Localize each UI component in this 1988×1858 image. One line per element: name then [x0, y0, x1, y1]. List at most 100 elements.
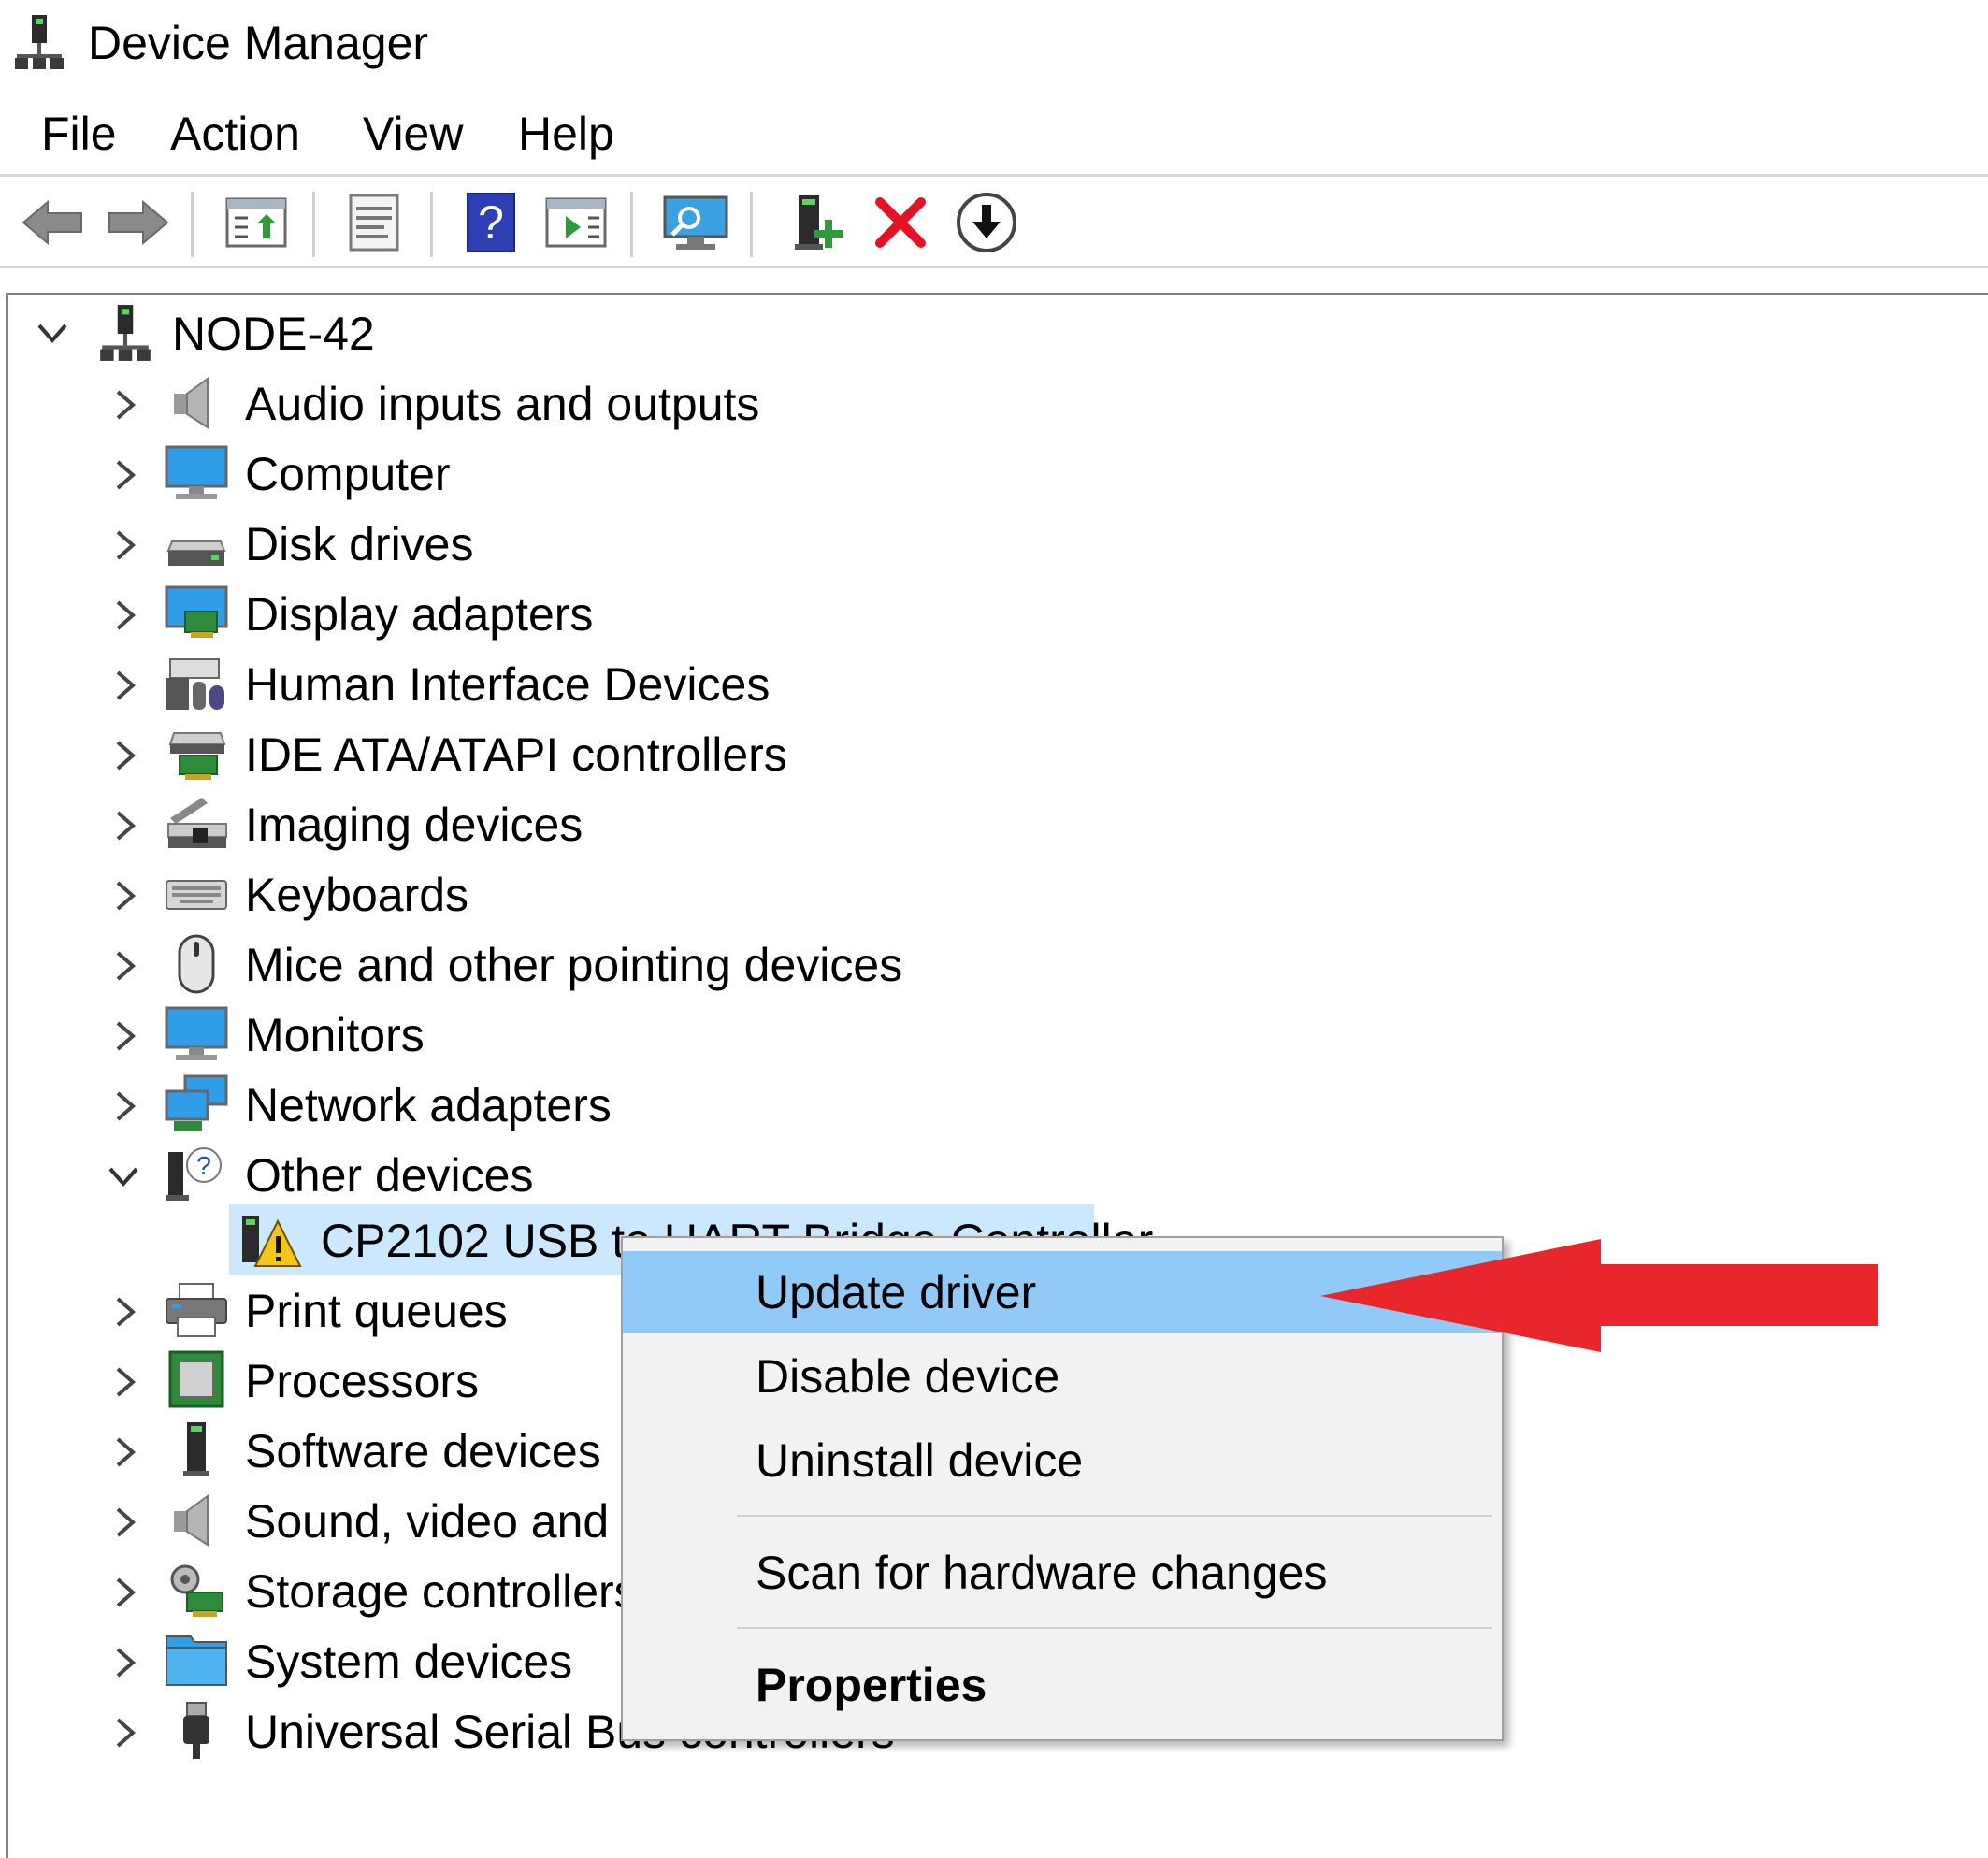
tree-item-label: Audio inputs and outputs: [245, 378, 760, 430]
printer-icon: [166, 1283, 227, 1337]
toolbar-separator-line: [0, 266, 1988, 268]
tree-item-monitors[interactable]: Monitors: [0, 1001, 935, 1070]
network-adapter-icon: [165, 1074, 228, 1131]
toolbar-separator: [312, 192, 315, 257]
tree-root-label: NODE-42: [172, 308, 375, 360]
menu-separator: [737, 1627, 1492, 1629]
chevron-right-icon[interactable]: [105, 1017, 142, 1055]
menu-bar: File Action View Help: [0, 101, 1988, 172]
tree-item-computer[interactable]: Computer: [0, 439, 935, 509]
tree-item-imaging[interactable]: Imaging devices: [0, 790, 935, 859]
chevron-right-icon[interactable]: [105, 1504, 142, 1541]
speaker-icon: [174, 377, 209, 429]
forward-button[interactable]: [103, 190, 174, 255]
svg-text:?: ?: [196, 1151, 211, 1180]
computer-icon: [165, 445, 228, 499]
help-button[interactable]: ?: [458, 190, 524, 255]
chevron-right-icon[interactable]: [105, 737, 142, 774]
help-icon: ?: [467, 193, 515, 252]
show-hide-tree-button[interactable]: [221, 190, 292, 255]
toolbar-separator: [750, 192, 753, 257]
toolbar-separator: [430, 192, 433, 257]
tree-item-mice[interactable]: Mice and other pointing devices: [0, 930, 1122, 1000]
chevron-right-icon[interactable]: [105, 597, 142, 634]
action-pane-icon: [545, 197, 607, 248]
tree-item-label: Mice and other pointing devices: [245, 939, 903, 991]
toolbar-separator: [191, 192, 194, 257]
properties-button[interactable]: [339, 190, 410, 255]
hid-icon: [166, 658, 224, 710]
menu-properties-label: Properties: [756, 1659, 987, 1711]
tree-item-hid[interactable]: Human Interface Devices: [0, 650, 935, 719]
action-pane-button[interactable]: [540, 190, 612, 255]
chevron-down-icon[interactable]: [105, 1158, 142, 1195]
menu-uninstall-device[interactable]: Uninstall device: [623, 1419, 1502, 1502]
tree-item-label: Display adapters: [245, 588, 594, 641]
back-icon: [22, 199, 82, 246]
monitor-icon: [165, 1006, 228, 1060]
tree-item-label: Print queues: [245, 1285, 508, 1337]
tree-item-label: Monitors: [245, 1009, 425, 1061]
update-driver-button[interactable]: [952, 190, 1021, 255]
menu-properties[interactable]: Properties: [623, 1644, 1502, 1726]
tree-item-label: Human Interface Devices: [245, 658, 771, 711]
mouse-icon: [178, 934, 215, 994]
keyboard-icon: [166, 880, 227, 910]
scan-hardware-icon: [663, 195, 728, 250]
add-driver-button[interactable]: [784, 190, 858, 255]
add-driver-icon: [795, 195, 843, 250]
chevron-right-icon[interactable]: [105, 1363, 142, 1401]
chevron-right-icon[interactable]: [105, 1087, 142, 1125]
chevron-right-icon[interactable]: [105, 526, 142, 564]
red-arrow-annotation: [1320, 1239, 1878, 1352]
tree-item-disk-drives[interactable]: Disk drives: [0, 510, 935, 579]
chevron-right-icon[interactable]: [105, 1574, 142, 1611]
menu-help[interactable]: Help: [514, 101, 618, 166]
processor-icon: [168, 1350, 224, 1408]
tree-item-keyboards[interactable]: Keyboards: [0, 860, 935, 929]
tree-item-display-adapters[interactable]: Display adapters: [0, 580, 935, 649]
chevron-right-icon[interactable]: [105, 667, 142, 704]
title-bar: Device Manager: [0, 0, 1988, 89]
tree-item-ide[interactable]: IDE ATA/ATAPI controllers: [0, 720, 935, 789]
menu-action[interactable]: Action: [166, 101, 304, 166]
uninstall-button[interactable]: [868, 190, 933, 255]
storage-controller-icon: [170, 1564, 223, 1617]
chevron-right-icon[interactable]: [105, 1293, 142, 1331]
tree-item-label: Storage controllers: [245, 1565, 638, 1618]
chevron-right-icon[interactable]: [105, 1433, 142, 1471]
tree-item-label: System devices: [245, 1635, 573, 1688]
menu-separator: [737, 1515, 1492, 1517]
chevron-right-icon[interactable]: [105, 877, 142, 915]
chevron-right-icon[interactable]: [105, 1644, 142, 1681]
tree-item-other-devices[interactable]: ? Other devices: [0, 1141, 935, 1210]
menu-view[interactable]: View: [359, 101, 467, 166]
menu-file[interactable]: File: [37, 101, 121, 166]
menu-scan-hardware-label: Scan for hardware changes: [756, 1547, 1328, 1599]
scanner-icon: [167, 798, 227, 848]
chevron-right-icon[interactable]: [105, 456, 142, 494]
speaker-icon: [174, 1494, 209, 1547]
back-button[interactable]: [17, 190, 88, 255]
chevron-down-icon[interactable]: [34, 314, 71, 352]
menu-scan-hardware[interactable]: Scan for hardware changes: [623, 1532, 1502, 1614]
chevron-right-icon[interactable]: [105, 1714, 142, 1751]
tree-item-network-adapters[interactable]: Network adapters: [0, 1071, 935, 1140]
properties-icon: [349, 194, 399, 252]
menu-separator: [0, 174, 1988, 177]
chevron-right-icon[interactable]: [105, 386, 142, 424]
tree-root[interactable]: NODE-42: [0, 299, 748, 368]
ide-controller-icon: [168, 732, 226, 780]
show-hide-console-tree-icon: [225, 197, 287, 248]
svg-text:?: ?: [478, 196, 504, 249]
tree-item-audio[interactable]: Audio inputs and outputs: [0, 369, 935, 439]
menu-disable-device-label: Disable device: [756, 1350, 1060, 1403]
chevron-right-icon[interactable]: [105, 947, 142, 985]
update-driver-icon: [957, 193, 1016, 252]
chevron-right-icon[interactable]: [105, 807, 142, 844]
toolbar-separator: [630, 192, 633, 257]
unknown-device-icon: ?: [166, 1147, 222, 1201]
device-manager-icon: [15, 15, 64, 69]
tree-item-label: IDE ATA/ATAPI controllers: [245, 728, 787, 781]
scan-hardware-button[interactable]: [658, 190, 733, 255]
